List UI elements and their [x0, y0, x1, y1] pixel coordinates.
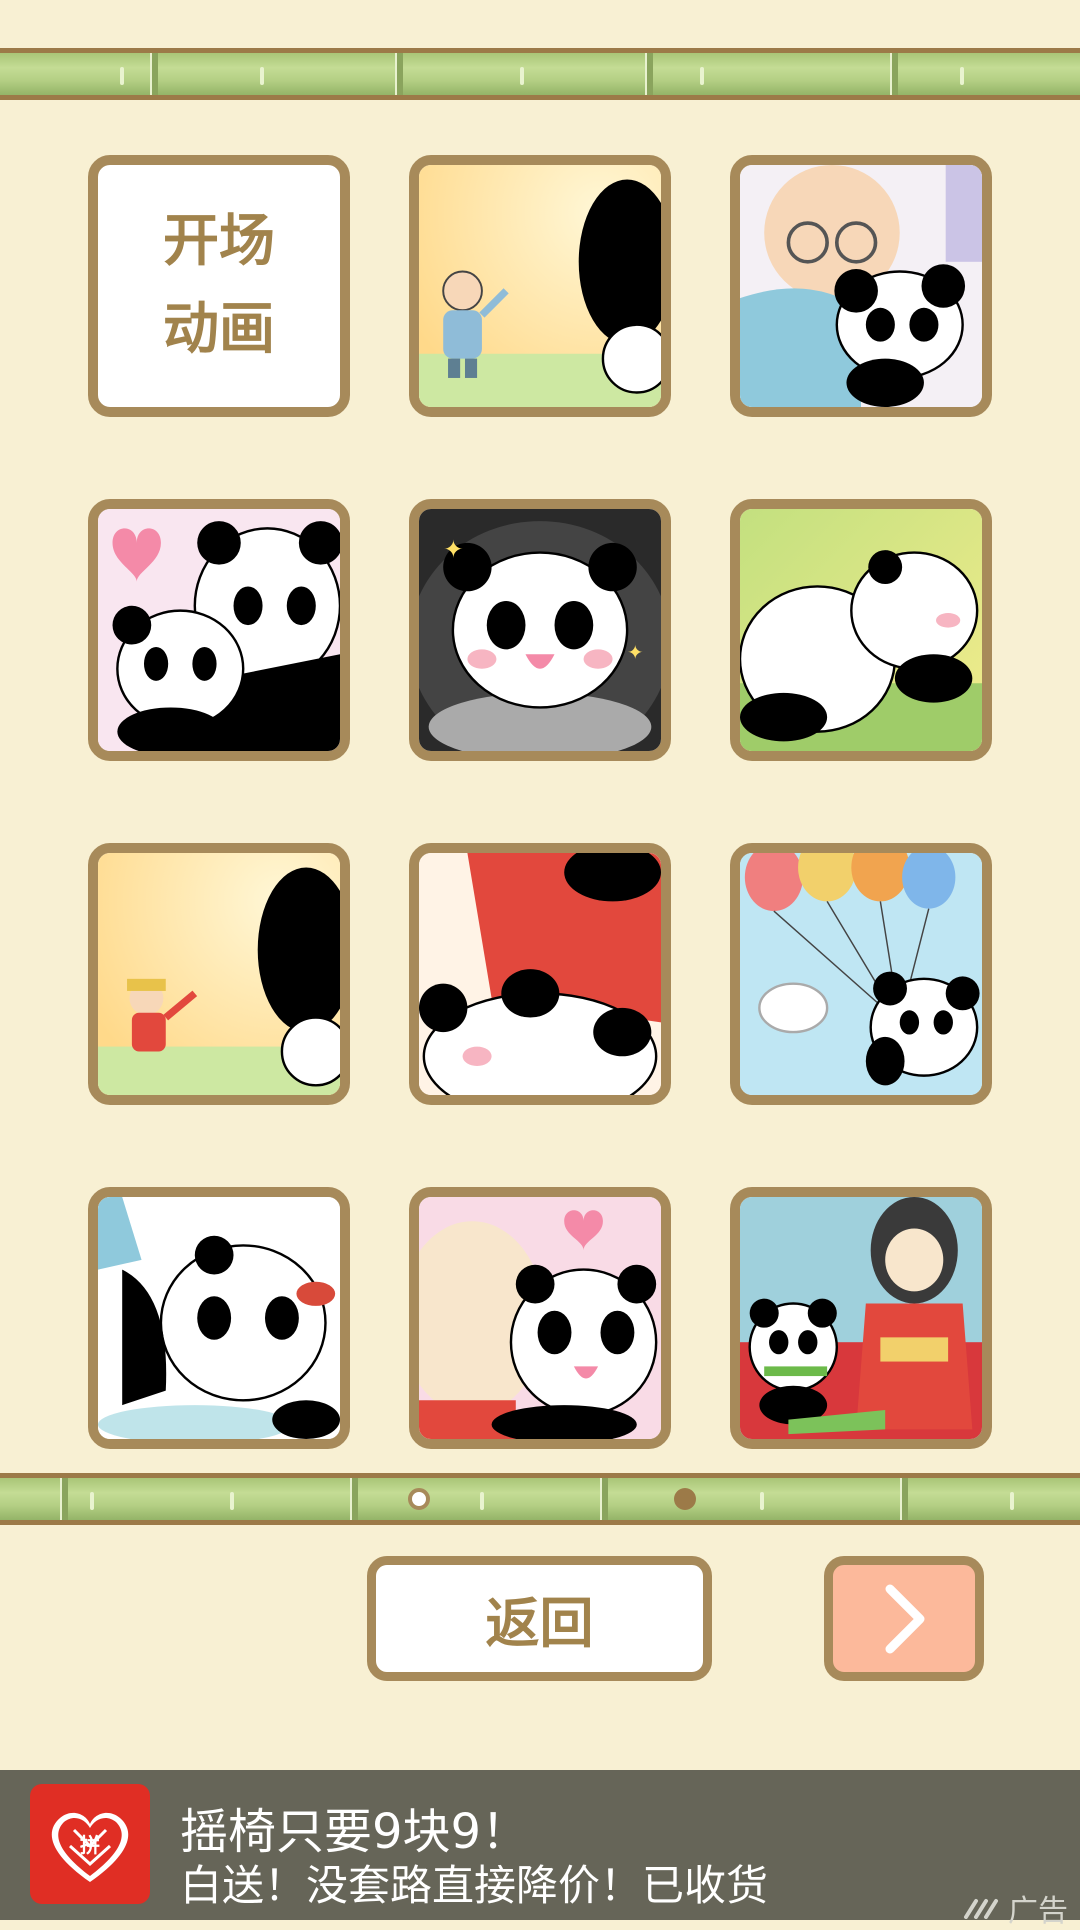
back-button-label: 返回	[485, 1592, 594, 1655]
ad-description: 白送！没套路直接降价！已收货	[180, 1861, 769, 1910]
gallery-tile-11[interactable]	[730, 1187, 992, 1449]
bamboo-border-top	[0, 48, 1080, 100]
old-man-waving-illustration	[419, 165, 661, 407]
bamboo-border-bottom	[0, 1473, 1080, 1525]
gallery-tile-4[interactable]: ✦ ✦	[409, 499, 671, 761]
gallery-tile-8[interactable]	[730, 843, 992, 1105]
gallery-tile-10[interactable]	[409, 1187, 671, 1449]
opening-animation-tile[interactable]: 开场 动画	[88, 155, 350, 417]
panda-rolling-illustration	[740, 509, 982, 751]
gallery-tile-9[interactable]	[88, 1187, 350, 1449]
opening-animation-label-2: 动画	[163, 297, 275, 362]
old-man-hug-illustration	[740, 165, 982, 407]
ad-banner[interactable]: 拼 摇椅只要9块9！ 白送！没套路直接降价！已收货 广告	[0, 1770, 1080, 1929]
gallery-tile-1[interactable]	[409, 155, 671, 417]
red-suit-man-holding-panda-illustration	[419, 853, 661, 1095]
gallery-tile-7[interactable]	[409, 843, 671, 1105]
gallery-tile-5[interactable]	[730, 499, 992, 761]
chevron-right-icon	[885, 1584, 925, 1653]
ad-network-icon	[964, 1899, 998, 1919]
man-kissing-panda-illustration	[419, 1197, 661, 1439]
ad-badge-text: 广告	[1008, 1894, 1068, 1929]
panda-balloons-illustration	[740, 853, 982, 1095]
gallery-tile-6[interactable]	[88, 843, 350, 1105]
ad-label: 广告	[962, 1886, 1068, 1930]
kimono-girl-panda-illustration	[740, 1197, 982, 1439]
panda-in-wok-illustration: ✦✦	[419, 509, 661, 751]
page-indicator-2[interactable]	[674, 1488, 696, 1510]
red-suit-man-waving-illustration	[98, 853, 340, 1095]
page-indicator-1[interactable]	[408, 1488, 430, 1510]
pinduoduo-logo: 拼	[30, 1784, 150, 1904]
next-page-button[interactable]	[824, 1556, 984, 1681]
panda-sweating-illustration	[98, 1197, 340, 1439]
opening-animation-label-1: 开场	[163, 209, 275, 274]
gallery-tile-3[interactable]	[88, 499, 350, 761]
back-button[interactable]: 返回	[367, 1556, 712, 1681]
logo-text: 拼	[80, 1833, 100, 1857]
panda-cuddle-illustration	[98, 509, 340, 751]
gallery-tile-2[interactable]	[730, 155, 992, 417]
svg-text:✦: ✦	[443, 535, 463, 563]
svg-text:✦: ✦	[627, 641, 643, 664]
